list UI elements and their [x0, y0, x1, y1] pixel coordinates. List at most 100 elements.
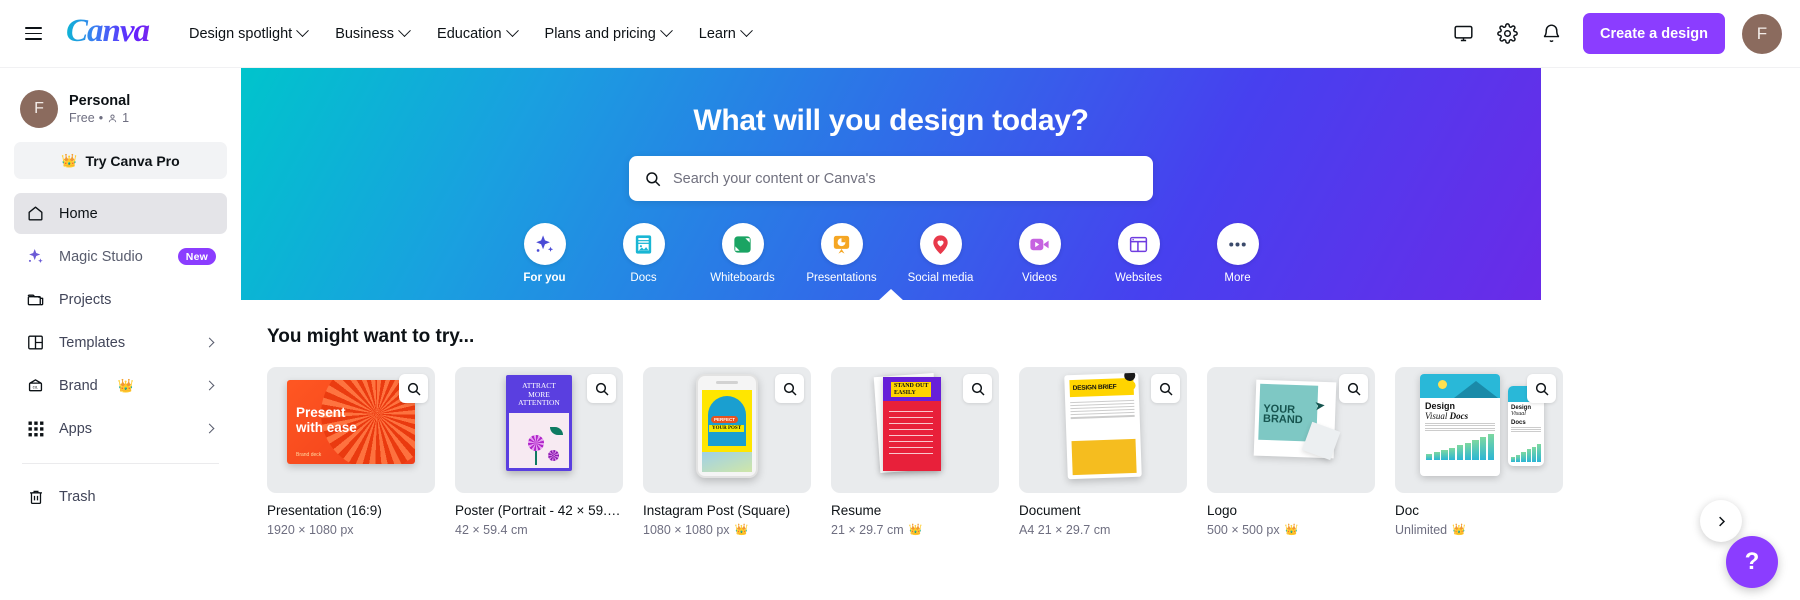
search-input[interactable]: [673, 170, 1138, 187]
sidebar-item-templates[interactable]: Templates: [14, 322, 227, 363]
card-title: Poster (Portrait - 42 × 59.4 ...: [455, 503, 623, 518]
website-icon: [1117, 223, 1160, 265]
trash-icon: [25, 486, 46, 507]
crown-icon: 👑: [1284, 524, 1299, 537]
help-button[interactable]: ?: [1726, 536, 1778, 588]
thumbnail-art: Present with ease Brand deck: [287, 380, 415, 464]
sidebar-item-label: Trash: [59, 488, 96, 505]
nav-label: Design spotlight: [189, 25, 293, 42]
magnify-icon[interactable]: [1527, 374, 1556, 403]
magnify-icon[interactable]: [399, 374, 428, 403]
nav-item-education[interactable]: Education: [425, 17, 529, 51]
search-bar[interactable]: [629, 156, 1153, 201]
user-avatar[interactable]: F: [1742, 13, 1782, 54]
card-subtitle: 500 × 500 px 👑: [1207, 523, 1375, 537]
nav-item-learn[interactable]: Learn: [687, 17, 763, 51]
monitor-icon[interactable]: [1443, 14, 1483, 54]
card-thumbnail[interactable]: STAND OUT EASILY: [831, 367, 999, 493]
card-title: Instagram Post (Square): [643, 503, 791, 518]
top-bar-actions: Create a design F: [1443, 13, 1782, 54]
nav-label: Education: [437, 25, 502, 42]
card-dimensions: 1920 × 1080 px: [267, 522, 354, 537]
magnify-icon[interactable]: [1339, 374, 1368, 403]
magnify-icon[interactable]: [775, 374, 804, 403]
category-presentations[interactable]: Presentations: [792, 223, 891, 284]
category-label: Presentations: [806, 272, 877, 284]
page-title: What will you design today?: [693, 104, 1089, 137]
sidebar-item-apps[interactable]: Apps: [14, 408, 227, 449]
nav-item-plans-and-pricing[interactable]: Plans and pricing: [533, 17, 683, 51]
nav-item-design-spotlight[interactable]: Design spotlight: [177, 17, 319, 51]
magnify-icon[interactable]: [1151, 374, 1180, 403]
card-thumbnail[interactable]: DESIGN BRIEF: [1019, 367, 1187, 493]
chevron-right-icon: [1718, 516, 1725, 526]
category-social-media[interactable]: Social media: [891, 223, 990, 284]
category-label: Docs: [630, 272, 657, 284]
hero-notch: [878, 289, 904, 301]
chevron-down-icon: [398, 24, 411, 38]
sidebar-item-label: Projects: [59, 291, 112, 308]
template-card-poster[interactable]: ATTRACT MORE ATTENTION Poster (Portrait - …: [455, 367, 623, 537]
category-label: Videos: [1022, 272, 1057, 284]
card-title: Doc: [1395, 503, 1420, 518]
category-more[interactable]: More: [1188, 223, 1287, 284]
sparkle-icon: [25, 246, 46, 267]
template-card-document[interactable]: DESIGN BRIEF Document A4 21 × 29.7 cm: [1019, 367, 1187, 537]
card-thumbnail[interactable]: Present with ease Brand deck: [267, 367, 435, 493]
template-card-doc[interactable]: Design Visual Docs Design Visual Docs Do…: [1395, 367, 1563, 537]
sidebar-item-magic-studio[interactable]: Magic Studio New: [14, 236, 227, 277]
thumbnail-art: STAND OUT EASILY: [873, 373, 953, 475]
card-thumbnail[interactable]: PERFECT YOUR POST: [643, 367, 811, 493]
card-thumbnail[interactable]: ATTRACT MORE ATTENTION: [455, 367, 623, 493]
account-name: Personal: [69, 92, 131, 109]
thumbnail-art: Design Visual Docs Design Visual Docs: [1414, 374, 1544, 480]
crown-icon: 👑: [908, 524, 923, 537]
account-profile[interactable]: F Personal Free • 1: [14, 86, 227, 142]
template-card-presentation[interactable]: Present with ease Brand deck Presentation…: [267, 367, 435, 537]
search-icon: [644, 170, 662, 188]
category-for-you[interactable]: For you: [495, 223, 594, 284]
try-canva-pro-button[interactable]: 👑 Try Canva Pro: [14, 142, 227, 179]
category-websites[interactable]: Websites: [1089, 223, 1188, 284]
category-videos[interactable]: Videos: [990, 223, 1089, 284]
carousel-next-button[interactable]: [1700, 500, 1742, 542]
sidebar-item-label: Home: [59, 205, 98, 222]
chevron-right-icon: [204, 337, 215, 348]
card-thumbnail[interactable]: Design Visual Docs Design Visual Docs: [1395, 367, 1563, 493]
sidebar-divider: [22, 463, 219, 464]
card-title: Logo: [1207, 503, 1238, 518]
template-card-instagram-post[interactable]: PERFECT YOUR POST Instagram Post (Square)…: [643, 367, 811, 537]
sidebar-item-label: Brand: [59, 377, 98, 394]
create-a-design-button[interactable]: Create a design: [1583, 13, 1725, 54]
category-label: Websites: [1114, 272, 1163, 284]
bell-notification-icon[interactable]: [1531, 14, 1571, 54]
card-dimensions: 21 × 29.7 cm: [831, 522, 904, 537]
gear-icon[interactable]: [1487, 14, 1527, 54]
hamburger-menu-icon[interactable]: [14, 15, 52, 53]
templates-icon: [25, 332, 46, 353]
card-thumbnail[interactable]: YOUR BRAND ➤: [1207, 367, 1375, 493]
magnify-icon[interactable]: [963, 374, 992, 403]
heart-pin-icon: [919, 223, 962, 265]
video-icon: [1018, 223, 1061, 265]
canva-logo[interactable]: Canva: [58, 15, 155, 52]
category-whiteboards[interactable]: Whiteboards: [693, 223, 792, 284]
sidebar-item-projects[interactable]: Projects: [14, 279, 227, 320]
sidebar-item-home[interactable]: Home: [14, 193, 227, 234]
you-might-want-to-try-section: You might want to try... Present with eas…: [241, 300, 1800, 537]
sidebar-nav-list: Home Magic Studio New Projects Templates…: [14, 193, 227, 449]
sidebar-item-brand[interactable]: co. Brand 👑: [14, 365, 227, 406]
chevron-down-icon: [505, 24, 519, 38]
nav-item-business[interactable]: Business: [323, 17, 421, 51]
category-docs[interactable]: Docs: [594, 223, 693, 284]
new-badge: New: [177, 248, 216, 265]
member-count: 1: [122, 110, 130, 125]
sidebar-item-trash[interactable]: Trash: [14, 476, 227, 517]
magnify-icon[interactable]: [587, 374, 616, 403]
template-card-logo[interactable]: YOUR BRAND ➤ Logo 500 × 500 px 👑: [1207, 367, 1375, 537]
card-subtitle: Unlimited 👑: [1395, 523, 1563, 537]
card-title: Document: [1019, 503, 1081, 518]
sidebar: F Personal Free • 1 👑 Try Canva Pro Home…: [0, 68, 241, 600]
chevron-down-icon: [659, 24, 673, 38]
template-card-resume[interactable]: STAND OUT EASILY Resume 21 × 29.7 cm 👑: [831, 367, 999, 537]
